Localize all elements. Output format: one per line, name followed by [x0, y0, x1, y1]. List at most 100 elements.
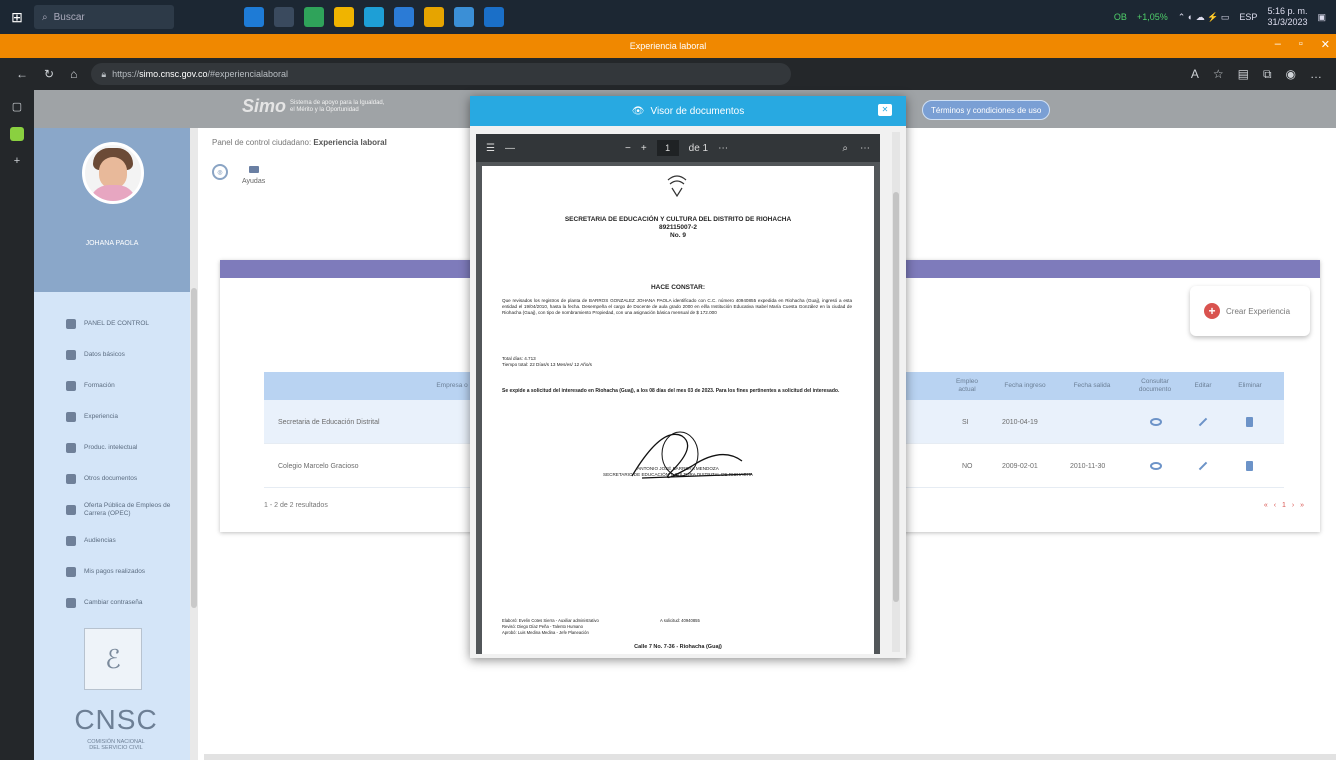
refresh-icon[interactable]: ↻	[44, 67, 54, 81]
window-title: Experiencia laboral	[629, 41, 707, 51]
app-icon[interactable]	[454, 7, 474, 27]
close-modal-button[interactable]: ✕	[878, 104, 892, 116]
help-button[interactable]: Ayudas	[242, 164, 265, 185]
logo-tagline: Sistema de apoyo para la Igualdad, el Mé…	[290, 99, 385, 113]
doc-title: HACE CONSTAR:	[650, 284, 706, 291]
language-indicator[interactable]: ESP	[1239, 12, 1257, 22]
sidebar-scrollbar[interactable]	[190, 128, 198, 760]
add-icon[interactable]: +	[14, 155, 20, 167]
close-window-icon[interactable]: ✕	[1321, 38, 1330, 51]
url-field[interactable]: 🔒︎ https://simo.cnsc.gov.co/#experiencia…	[91, 63, 792, 85]
user-name: JOHANA PAOLA	[85, 240, 139, 247]
app-icon[interactable]	[244, 7, 264, 27]
doc-address: Calle 7 No. 7-36 - Riohacha (Guaj)	[634, 644, 722, 650]
horizontal-scrollbar[interactable]	[204, 754, 1336, 760]
eye-icon: 👁︎	[631, 105, 645, 117]
sidebar-item-opec[interactable]: Oferta Pública de Empleos de Carrera (OP…	[34, 494, 190, 525]
col-delete: Eliminar	[1238, 382, 1262, 389]
pagination[interactable]: « ‹ 1 › »	[1264, 502, 1306, 509]
active-tab-icon[interactable]	[10, 127, 24, 141]
delete-button[interactable]	[1246, 400, 1253, 444]
more-icon[interactable]: …	[1310, 67, 1322, 82]
taskbar-search-placeholder: Buscar	[53, 11, 85, 23]
col-end: Fecha salida	[1073, 382, 1111, 389]
trash-icon	[1246, 461, 1253, 471]
search-icon[interactable]: ⌕	[842, 143, 848, 154]
create-experience-button[interactable]: + Crear Experiencia	[1190, 286, 1310, 336]
cell-company: Secretaria de Educación Distrital	[278, 418, 380, 426]
view-document-button[interactable]	[1150, 400, 1162, 444]
app-icon[interactable]	[304, 7, 324, 27]
app-icon[interactable]	[424, 7, 444, 27]
favorite-icon[interactable]: ☆	[1213, 67, 1224, 82]
doc-totals: Total días: 4.713 Tiempo total: 22 Días/…	[502, 356, 592, 367]
screen: ⊞ ⌕ Buscar OB +1,05% ⌃ ◐ ☁ ⚡ ▭ ESP 5:16 …	[0, 0, 1336, 760]
scrollbar-thumb[interactable]	[191, 288, 197, 608]
windows-start-icon[interactable]: ⊞	[0, 0, 34, 34]
notification-icon[interactable]: ▣	[1317, 12, 1326, 23]
windows-taskbar: ⊞ ⌕ Buscar OB +1,05% ⌃ ◐ ☁ ⚡ ▭ ESP 5:16 …	[0, 0, 1336, 34]
profile-icon[interactable]: ◉	[1286, 67, 1296, 82]
window-controls: – ▫ ✕	[1275, 38, 1330, 51]
clock[interactable]: 5:16 p. m. 31/3/2023	[1267, 6, 1307, 28]
minimize-icon[interactable]: –	[1275, 38, 1281, 51]
sidebar-item-basic-data[interactable]: Datos básicos	[34, 339, 190, 370]
pdf-viewer: ☰ — − + 1 de 1 ⋯ ⌕ ⋯ SECRETARIA DE EDUCA…	[476, 134, 880, 654]
dashboard-icon	[66, 318, 76, 329]
maximize-icon[interactable]: ▫	[1299, 38, 1303, 51]
pencil-icon	[1198, 417, 1208, 427]
collections-icon[interactable]: ▤	[1238, 67, 1249, 82]
simo-logo[interactable]: Simo Sistema de apoyo para la Igualdad, …	[242, 96, 384, 117]
sidebar-menu: PANEL DE CONTROL Datos básicos Formación…	[34, 292, 190, 618]
col-start: Fecha ingreso	[1004, 382, 1046, 389]
zoom-in-icon[interactable]: +	[641, 143, 647, 154]
sidebar-item-password[interactable]: Cambiar contraseña	[34, 587, 190, 618]
accessibility-icon[interactable]: ◎	[212, 164, 228, 180]
tabs-icon[interactable]: ▢	[12, 100, 22, 113]
app-icon[interactable]	[364, 7, 384, 27]
sidebar-item-experience[interactable]: Experiencia	[34, 401, 190, 432]
overflow-icon[interactable]: ⋯	[860, 143, 870, 154]
back-icon[interactable]: ←	[16, 67, 28, 81]
modal-scrollbar[interactable]	[892, 132, 900, 652]
cnsc-name: COMISIÓN NACIONAL DEL SERVICIO CIVIL	[87, 739, 145, 751]
doc-signer: ANTONIO JOSÉ BARRERA MENDOZA SECRETARIO …	[603, 466, 753, 477]
modal-title: Visor de documentos	[650, 105, 745, 117]
signature-icon	[631, 431, 753, 479]
app-icon[interactable]	[394, 7, 414, 27]
sidebar-item-education[interactable]: Formación	[34, 370, 190, 401]
taskbar-search[interactable]: ⌕ Buscar	[34, 5, 174, 29]
stock-ticker[interactable]: OB	[1114, 12, 1127, 22]
col-edit: Editar	[1194, 382, 1212, 389]
sidebar-item-panel[interactable]: PANEL DE CONTROL	[34, 308, 190, 339]
sidebar-item-hearings[interactable]: Audiencias	[34, 525, 190, 556]
view-document-button[interactable]	[1150, 444, 1162, 488]
dollar-icon	[66, 566, 76, 577]
pdf-toolbar: ☰ — − + 1 de 1 ⋯ ⌕ ⋯	[476, 134, 880, 162]
sidebar-item-documents[interactable]: Otros documentos	[34, 463, 190, 494]
cell-current: NO	[962, 462, 973, 470]
tray-icons[interactable]: ⌃ ◐ ☁ ⚡ ▭	[1178, 12, 1230, 23]
edit-button[interactable]	[1198, 400, 1208, 444]
read-aloud-icon[interactable]: A	[1191, 67, 1199, 82]
more-pdf-icon[interactable]: ⋯	[718, 143, 728, 154]
extensions-icon[interactable]: ⧉	[1263, 67, 1272, 82]
app-icon[interactable]	[274, 7, 294, 27]
menu-icon[interactable]: ☰	[486, 143, 495, 154]
page-number-input[interactable]: 1	[656, 140, 679, 156]
sidebar-item-intellectual[interactable]: Produc. intelectual	[34, 432, 190, 463]
scrollbar-thumb[interactable]	[893, 192, 899, 602]
edit-button[interactable]	[1198, 444, 1208, 488]
pdf-page-controls: − + 1 de 1 ⋯	[625, 140, 728, 156]
sidebar-item-payments[interactable]: Mis pagos realizados	[34, 556, 190, 587]
draw-icon[interactable]: —	[505, 143, 515, 154]
zoom-out-icon[interactable]: −	[625, 143, 631, 154]
home-icon[interactable]: ⌂	[70, 67, 77, 81]
col-current: Empleo actual	[955, 378, 979, 393]
briefcase-icon	[66, 411, 76, 422]
app-icon[interactable]	[484, 7, 504, 27]
modal-header: 👁︎ Visor de documentos ✕	[470, 96, 906, 126]
terms-link[interactable]: Términos y condiciones de uso	[922, 100, 1051, 120]
app-icon[interactable]	[334, 7, 354, 27]
delete-button[interactable]	[1246, 444, 1253, 488]
